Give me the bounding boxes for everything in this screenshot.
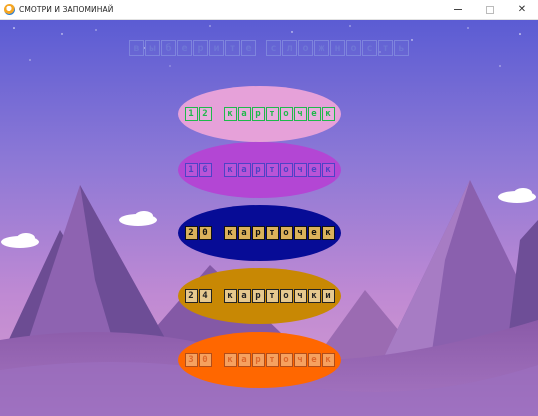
difficulty-option-30[interactable]: 30 карточек: [178, 332, 341, 388]
letter-tile: 4: [198, 289, 212, 303]
option-label: карточек: [223, 226, 335, 240]
letter-tile: о: [279, 289, 293, 303]
letter-tile: с: [266, 40, 281, 56]
letter-tile: к: [321, 226, 335, 240]
letter-tile: в: [129, 40, 144, 56]
letter-tile: ч: [293, 289, 307, 303]
letter-tile: 1: [184, 107, 198, 121]
letter-tile: 2: [184, 226, 198, 240]
letter-tile: к: [223, 107, 237, 121]
letter-tile: р: [251, 107, 265, 121]
letter-tile: т: [265, 353, 279, 367]
letter-tile: о: [346, 40, 361, 56]
heading-word: выберите: [129, 40, 256, 56]
minimize-button[interactable]: [442, 0, 474, 19]
minimize-icon: [454, 9, 462, 10]
letter-tile: к: [321, 163, 335, 177]
letter-tile: о: [298, 40, 313, 56]
letter-tile: р: [251, 353, 265, 367]
letter-tile: а: [237, 353, 251, 367]
letter-tile: о: [279, 107, 293, 121]
letter-tile: 1: [184, 163, 198, 177]
maximize-icon: [486, 5, 494, 14]
letter-tile: р: [251, 289, 265, 303]
letter-tile: а: [237, 289, 251, 303]
letter-tile: е: [307, 353, 321, 367]
letter-tile: 3: [184, 353, 198, 367]
letter-tile: р: [251, 226, 265, 240]
option-label: карточек: [223, 107, 335, 121]
letter-tile: к: [307, 289, 321, 303]
option-label: карточек: [223, 353, 335, 367]
maximize-button[interactable]: [474, 0, 506, 19]
letter-tile: е: [307, 226, 321, 240]
letter-tile: а: [237, 107, 251, 121]
window-title: СМОТРИ И ЗАПОМИНАЙ: [19, 5, 114, 14]
letter-tile: ч: [293, 353, 307, 367]
window-controls: ✕: [442, 0, 538, 19]
close-button[interactable]: ✕: [506, 0, 538, 19]
letter-tile: т: [378, 40, 393, 56]
letter-tile: а: [237, 226, 251, 240]
letter-tile: 2: [198, 107, 212, 121]
option-count: 12: [184, 107, 212, 121]
title-bar[interactable]: СМОТРИ И ЗАПОМИНАЙ ✕: [0, 0, 538, 20]
game-window: СМОТРИ И ЗАПОМИНАЙ ✕ в ы б е р и т е с л…: [0, 0, 538, 416]
letter-tile: о: [279, 163, 293, 177]
letter-tile: т: [225, 40, 240, 56]
letter-tile: к: [223, 163, 237, 177]
letter-tile: т: [265, 163, 279, 177]
difficulty-heading: выберите сложность: [0, 38, 538, 58]
difficulty-option-24[interactable]: 24 карточки: [178, 268, 341, 324]
letter-tile: к: [223, 289, 237, 303]
app-logo-icon: [4, 4, 15, 15]
letter-tile: к: [321, 353, 335, 367]
option-count: 16: [184, 163, 212, 177]
letter-tile: т: [265, 289, 279, 303]
letter-tile: 0: [198, 226, 212, 240]
letter-tile: н: [330, 40, 345, 56]
letter-tile: б: [161, 40, 176, 56]
option-count: 20: [184, 226, 212, 240]
letter-tile: ь: [394, 40, 409, 56]
letter-tile: 2: [184, 289, 198, 303]
letter-tile: о: [279, 353, 293, 367]
game-scene: выберите сложность 12 карточек 16 карточ…: [0, 20, 538, 416]
letter-tile: е: [177, 40, 192, 56]
letter-tile: к: [321, 107, 335, 121]
letter-tile: 0: [198, 353, 212, 367]
option-label: карточек: [223, 163, 335, 177]
letter-tile: л: [282, 40, 297, 56]
letter-tile: ж: [314, 40, 329, 56]
option-count: 24: [184, 289, 212, 303]
letter-tile: а: [237, 163, 251, 177]
letter-tile: т: [265, 226, 279, 240]
letter-tile: и: [321, 289, 335, 303]
heading-word: сложность: [266, 40, 409, 56]
letter-tile: ы: [145, 40, 160, 56]
letter-tile: о: [279, 226, 293, 240]
option-label: карточки: [223, 289, 335, 303]
option-count: 30: [184, 353, 212, 367]
close-icon: ✕: [517, 3, 527, 15]
letter-tile: е: [307, 107, 321, 121]
letter-tile: р: [193, 40, 208, 56]
letter-tile: ч: [293, 107, 307, 121]
letter-tile: р: [251, 163, 265, 177]
difficulty-option-12[interactable]: 12 карточек: [178, 86, 341, 142]
letter-tile: к: [223, 353, 237, 367]
difficulty-option-20[interactable]: 20 карточек: [178, 205, 341, 261]
letter-tile: и: [209, 40, 224, 56]
letter-tile: ч: [293, 163, 307, 177]
letter-tile: 6: [198, 163, 212, 177]
letter-tile: к: [223, 226, 237, 240]
letter-tile: е: [307, 163, 321, 177]
letter-tile: е: [241, 40, 256, 56]
letter-tile: ч: [293, 226, 307, 240]
difficulty-option-16[interactable]: 16 карточек: [178, 142, 341, 198]
letter-tile: т: [265, 107, 279, 121]
letter-tile: с: [362, 40, 377, 56]
